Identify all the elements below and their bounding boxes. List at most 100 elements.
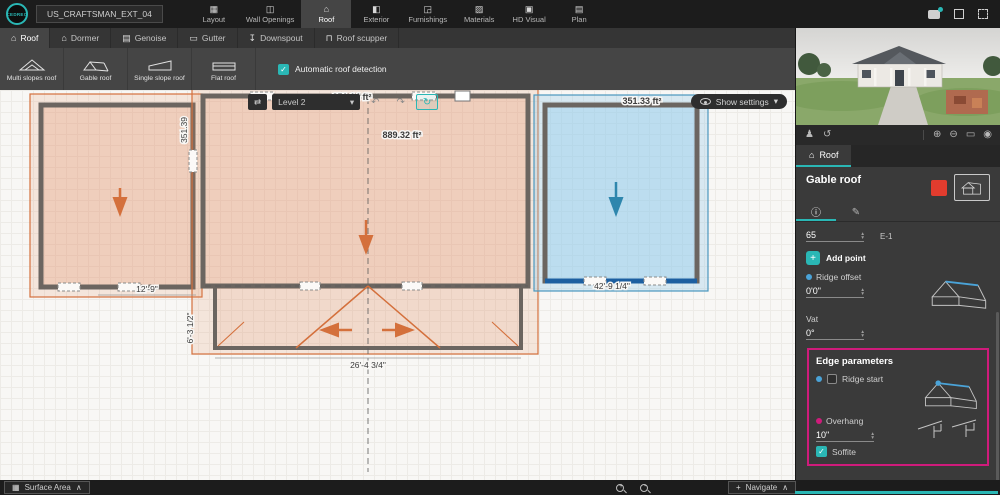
status-bar: ▦ Surface Area ∧ + - + Navigate ∧ xyxy=(0,480,1000,495)
ridge-offset-stepper[interactable]: ▴ ▾ xyxy=(861,287,864,297)
pitch-stepper[interactable]: ▴ ▾ xyxy=(861,231,864,241)
fullscreen-icon[interactable] xyxy=(954,9,964,19)
ribbon-tab-genoise[interactable]: ▤ Genoise xyxy=(111,28,179,48)
zoom-in-icon[interactable]: ⊕ xyxy=(933,130,941,140)
automatic-roof-detection-checkbox[interactable]: ✓ Automatic roof detection xyxy=(278,63,387,75)
undo-icon: ↶ xyxy=(371,96,380,108)
dim-bottom-center[interactable]: 26'-4 3/4" xyxy=(349,359,388,372)
ridge-offset-diagram xyxy=(931,280,987,309)
edge-parameters-section: Edge parameters Ridge start Overhang 10"… xyxy=(807,348,989,466)
vat-input[interactable]: 0° ▴ ▾ xyxy=(806,328,864,340)
dim-left-lower[interactable]: 6'-3 1/2" xyxy=(184,311,197,345)
tab-parameters[interactable]: ⓘ xyxy=(796,203,836,221)
properties-panel: ⌂ Roof Gable roof ⓘ ✎ 65 ▴ ▾ E-1 + Add p… xyxy=(795,145,1000,480)
tool-flat-roof[interactable]: Flat roof xyxy=(192,48,256,90)
gable-roof-thumbnail[interactable] xyxy=(954,174,990,201)
ridge-start-checkbox-row[interactable]: Ridge start xyxy=(816,374,883,384)
tool-gable-roof[interactable]: Gable roof xyxy=(64,48,128,90)
ribbon-tab-roof[interactable]: ⌂ Roof xyxy=(0,28,51,48)
add-point-button[interactable]: + Add point xyxy=(806,251,990,265)
pan-icon: + xyxy=(736,483,741,492)
dim-right-bottom[interactable]: 42'-9 1/4" xyxy=(593,280,632,293)
gutter-icon: ▭ xyxy=(189,32,198,43)
tab-materials[interactable]: ✎ xyxy=(836,203,876,221)
panel-tab-roof[interactable]: ⌂ Roof xyxy=(796,145,852,167)
soffite-checkbox[interactable]: ✓ xyxy=(816,446,827,457)
vat-stepper[interactable]: ▴ ▾ xyxy=(861,329,864,339)
nav-hd-visual[interactable]: ▣ HD Visual xyxy=(504,0,554,28)
ridge-offset-input[interactable]: 0'0" ▴ ▾ xyxy=(806,286,864,298)
undo-button[interactable]: ↶ xyxy=(365,94,385,110)
grid-icon: ▦ xyxy=(12,483,20,492)
cedreo-logo[interactable]: CEDREO xyxy=(6,3,28,25)
checkbox-checked-icon: ✓ xyxy=(278,63,289,75)
zoom-out-icon[interactable]: ⊖ xyxy=(949,130,957,140)
nav-plan[interactable]: ▤ Plan xyxy=(554,0,604,28)
tool-single-slope-roof[interactable]: Single slope roof xyxy=(128,48,192,90)
roof-tools-row: Multi slopes roof Gable roof Single slop… xyxy=(0,48,795,90)
measure-icon[interactable]: ▭ xyxy=(966,130,975,140)
dim-left-wall[interactable]: 351.39 xyxy=(178,115,191,144)
floor-plan[interactable]: 351.14 ft² 889.32 ft² 351.33 ft² 12'-9" … xyxy=(0,90,795,480)
ribbon-tab-downspout[interactable]: ↧ Downspout xyxy=(238,28,315,48)
ridge-start-checkbox[interactable] xyxy=(827,374,837,384)
layout-icon: ▦ xyxy=(209,3,219,14)
roof-selected-wing[interactable] xyxy=(533,94,709,292)
multi-slopes-roof-icon xyxy=(18,58,45,70)
first-person-icon[interactable]: ♟ xyxy=(805,130,814,140)
roof-left-wing[interactable] xyxy=(29,93,203,298)
single-slope-roof-icon xyxy=(148,59,171,70)
navigate-selector[interactable]: + Navigate ∧ xyxy=(728,481,797,494)
nav-furnishings[interactable]: ◲ Furnishings xyxy=(401,0,454,28)
rotate-roof-button[interactable]: ↻ xyxy=(415,94,439,110)
top-right-actions xyxy=(928,6,1000,19)
gable-house-icon xyxy=(960,181,981,195)
nav-layout[interactable]: ▦ Layout xyxy=(189,0,239,28)
flat-roof-icon xyxy=(212,62,235,70)
level-selector[interactable]: Level 2 ▾ xyxy=(272,94,361,110)
tool-multi-slopes-roof[interactable]: Multi slopes roof xyxy=(0,48,64,90)
nav-materials[interactable]: ▨ Materials xyxy=(454,0,504,28)
ribbon-tab-gutter[interactable]: ▭ Gutter xyxy=(178,28,238,48)
roof-scupper-icon: ⊓ xyxy=(325,32,333,43)
nav-wall-openings[interactable]: ◫ Wall Openings xyxy=(239,0,302,28)
genoise-icon: ▤ xyxy=(122,32,131,43)
panel-scrollbar[interactable] xyxy=(996,312,999,480)
ridge-offset-label: Ridge offset xyxy=(816,272,862,282)
palette-icon: ✎ xyxy=(851,206,861,218)
plan-canvas[interactable]: 351.14 ft² 889.32 ft² 351.33 ft² 12'-9" … xyxy=(0,90,795,480)
zoom-in-button[interactable]: + xyxy=(616,483,624,492)
ridge-offset-dot xyxy=(806,274,812,280)
zoom-out-button[interactable]: - xyxy=(640,483,648,492)
top-bar: CEDREO US_CRAFTSMAN_EXT_04 ▦ Layout ◫ Wa… xyxy=(0,0,1000,28)
orbit-icon[interactable]: ↺ xyxy=(823,130,831,140)
overhang-diagram xyxy=(917,420,943,438)
edge-parameters-title: Edge parameters xyxy=(816,356,894,367)
plan-icon: ▤ xyxy=(574,3,584,14)
overhang-stepper[interactable]: ▴ ▾ xyxy=(871,431,874,441)
nav-exterior[interactable]: ◧ Exterior xyxy=(351,0,401,28)
camera-icon[interactable]: ◉ xyxy=(983,130,992,140)
pitch-input[interactable]: 65 ▴ ▾ xyxy=(806,230,864,242)
surface-area-selector[interactable]: ▦ Surface Area ∧ xyxy=(4,481,90,494)
ridge-start-dot xyxy=(816,376,822,382)
nav-roof[interactable]: ⌂ Roof xyxy=(301,0,352,28)
dim-left-bottom[interactable]: 12'-9" xyxy=(135,283,160,296)
detach-window-icon[interactable] xyxy=(978,9,988,19)
roof-color-swatch[interactable] xyxy=(931,179,947,196)
redo-button[interactable]: ↷ xyxy=(391,94,411,110)
swap-level-button[interactable]: ⇄ xyxy=(248,94,268,110)
show-settings-button[interactable]: Show settings ▾ xyxy=(690,94,787,109)
project-name[interactable]: US_CRAFTSMAN_EXT_04 xyxy=(36,5,163,23)
panel-tab-strip: ⌂ Roof xyxy=(796,145,1000,167)
ribbon-tab-dormer[interactable]: ⌂ Dormer xyxy=(50,28,112,48)
materials-icon: ▨ xyxy=(474,3,484,14)
overhang-input[interactable]: 10" ▴ ▾ xyxy=(816,430,874,442)
3d-view-toolbar: ♟ ↺ ⊕ ⊖ ▭ ◉ xyxy=(796,125,1000,145)
overhang-label: Overhang xyxy=(826,416,864,426)
soffite-checkbox-row[interactable]: ✓ Soffite xyxy=(816,446,980,457)
area-label-right: 351.33 ft² xyxy=(622,96,661,106)
ribbon-tab-roof-scupper[interactable]: ⊓ Roof scupper xyxy=(315,28,400,48)
rotate-icon: ↻ xyxy=(422,96,432,108)
feedback-icon[interactable] xyxy=(928,6,943,19)
